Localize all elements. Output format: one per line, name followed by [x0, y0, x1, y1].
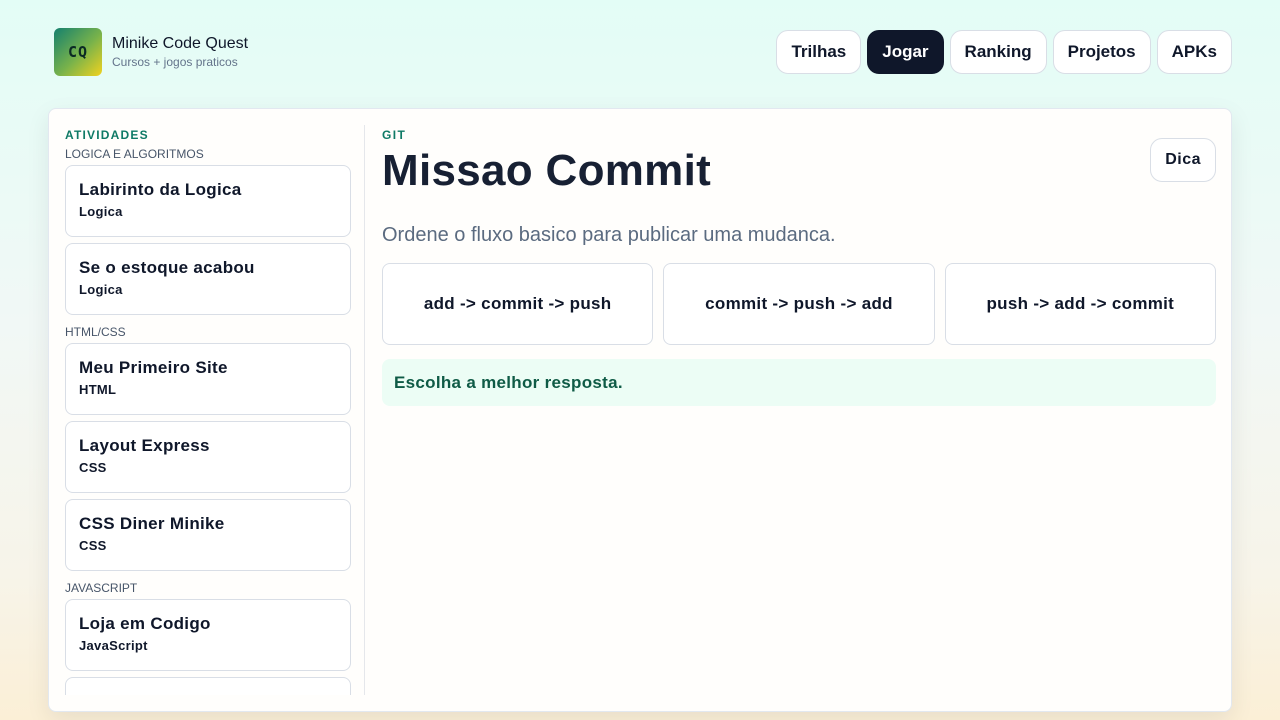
activity-card[interactable]: Se o estoque acabou Logica — [65, 243, 351, 315]
brand[interactable]: CQ Minike Code Quest Cursos + jogos prat… — [54, 28, 248, 76]
quiz-content: GIT Missao Commit Dica Ordene o fluxo ba… — [382, 125, 1216, 695]
nav-ranking-button[interactable]: Ranking — [949, 30, 1047, 74]
nav-apks-button[interactable]: APKs — [1156, 30, 1232, 74]
activity-group: LOGICA E ALGORITMOS Labirinto da Logica … — [65, 143, 351, 315]
hint-button[interactable]: Dica — [1150, 138, 1216, 182]
activity-tag: CSS — [79, 538, 107, 553]
activity-tag: CSS — [79, 460, 107, 475]
activity-tag: JavaScript — [79, 638, 148, 653]
activity-group: JAVASCRIPT Loja em Codigo JavaScript — [65, 577, 351, 695]
activity-tag: HTML — [79, 382, 117, 397]
activity-title: Loja em Codigo — [79, 614, 211, 633]
quiz-category: GIT — [382, 128, 407, 142]
brand-text: Minike Code Quest Cursos + jogos pratico… — [112, 34, 248, 70]
activity-title: Layout Express — [79, 436, 210, 455]
activity-card[interactable]: Meu Primeiro Site HTML — [65, 343, 351, 415]
activity-tag: Logica — [79, 282, 123, 297]
quiz-title: Missao Commit — [382, 146, 712, 195]
nav-jogar-button[interactable]: Jogar — [867, 30, 944, 74]
answer-option-button[interactable]: add -> commit -> push — [382, 263, 654, 345]
sidebar-heading: ATIVIDADES — [65, 128, 149, 142]
app-subtitle: Cursos + jogos praticos — [112, 55, 238, 69]
main-nav: Trilhas Jogar Ranking Projetos APKs — [776, 30, 1232, 74]
app-title: Minike Code Quest — [112, 35, 249, 52]
activity-card[interactable]: Loja em Codigo JavaScript — [65, 599, 351, 671]
feedback-message: Escolha a melhor resposta. — [382, 359, 1216, 406]
group-label: LOGICA E ALGORITMOS — [65, 147, 204, 161]
activity-card[interactable]: Labirinto da Logica Logica — [65, 165, 351, 237]
app-logo: CQ — [54, 28, 102, 76]
main-panel: ATIVIDADES LOGICA E ALGORITMOS Labirinto… — [48, 108, 1232, 712]
panel-divider — [364, 125, 365, 695]
activity-title: Se o estoque acabou — [79, 258, 255, 277]
answer-option-button[interactable]: commit -> push -> add — [663, 263, 935, 345]
activity-title: Labirinto da Logica — [79, 180, 242, 199]
group-label: HTML/CSS — [65, 325, 126, 339]
activity-title: CSS Diner Minike — [79, 514, 225, 533]
group-label: JAVASCRIPT — [65, 581, 138, 595]
activities-sidebar[interactable]: ATIVIDADES LOGICA E ALGORITMOS Labirinto… — [65, 125, 351, 695]
activity-title: Meu Primeiro Site — [79, 358, 228, 377]
answer-options: add -> commit -> push commit -> push -> … — [382, 263, 1216, 345]
nav-trilhas-button[interactable]: Trilhas — [776, 30, 862, 74]
activity-card-partial[interactable] — [65, 677, 351, 695]
activity-group: HTML/CSS Meu Primeiro Site HTML Layout E… — [65, 321, 351, 571]
quiz-prompt: Ordene o fluxo basico para publicar uma … — [382, 224, 836, 246]
nav-projetos-button[interactable]: Projetos — [1052, 30, 1151, 74]
answer-option-button[interactable]: push -> add -> commit — [944, 263, 1216, 345]
activity-tag: Logica — [79, 204, 123, 219]
activity-card[interactable]: Layout Express CSS — [65, 421, 351, 493]
activity-card[interactable]: CSS Diner Minike CSS — [65, 499, 351, 571]
